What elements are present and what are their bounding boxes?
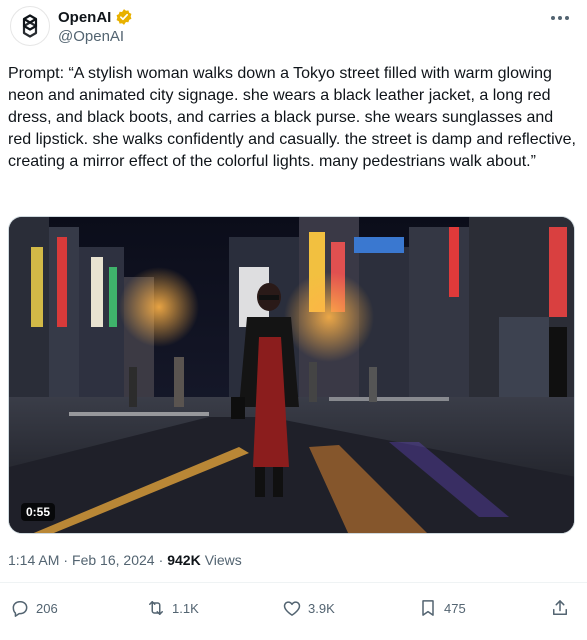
- avatar[interactable]: [10, 6, 50, 46]
- tweet-time[interactable]: 1:14 AM: [8, 552, 59, 568]
- openai-logo-icon: [22, 14, 38, 38]
- repost-button[interactable]: 1.1K: [146, 598, 199, 618]
- author-handle[interactable]: @OpenAI: [58, 28, 124, 45]
- more-icon: [551, 16, 569, 20]
- like-count: 3.9K: [308, 600, 335, 616]
- bookmark-icon: [422, 600, 434, 616]
- bookmark-count: 475: [444, 600, 466, 616]
- verified-badge-icon: [116, 9, 132, 25]
- repost-icon: [149, 601, 163, 615]
- share-button[interactable]: [550, 598, 570, 618]
- views-count: 942K: [167, 552, 201, 568]
- like-button[interactable]: 3.9K: [282, 598, 335, 618]
- tweet-meta: 1:14 AM · Feb 16, 2024 · 942K Views: [8, 552, 242, 568]
- tweet-text: Prompt: “A stylish woman walks down a To…: [8, 65, 576, 170]
- reply-button[interactable]: 206: [10, 598, 58, 618]
- repost-count: 1.1K: [172, 600, 199, 616]
- views-label: Views: [204, 552, 242, 568]
- bookmark-button[interactable]: 475: [418, 598, 466, 618]
- video-duration: 0:55: [21, 503, 56, 521]
- author-display-name[interactable]: OpenAI: [58, 9, 111, 26]
- action-bar: 206 1.1K 3.9K 475: [10, 598, 577, 626]
- more-options-button[interactable]: [549, 10, 571, 26]
- heart-icon: [283, 601, 301, 616]
- reply-count: 206: [36, 600, 58, 616]
- divider: [0, 582, 587, 583]
- tweet-date[interactable]: Feb 16, 2024: [72, 552, 155, 568]
- meta-separator: ·: [63, 552, 69, 568]
- video-player[interactable]: 0:55: [8, 216, 575, 534]
- video-thumbnail: [9, 217, 574, 533]
- meta-separator: ·: [158, 552, 164, 568]
- share-icon: [553, 600, 567, 615]
- reply-icon: [12, 601, 28, 617]
